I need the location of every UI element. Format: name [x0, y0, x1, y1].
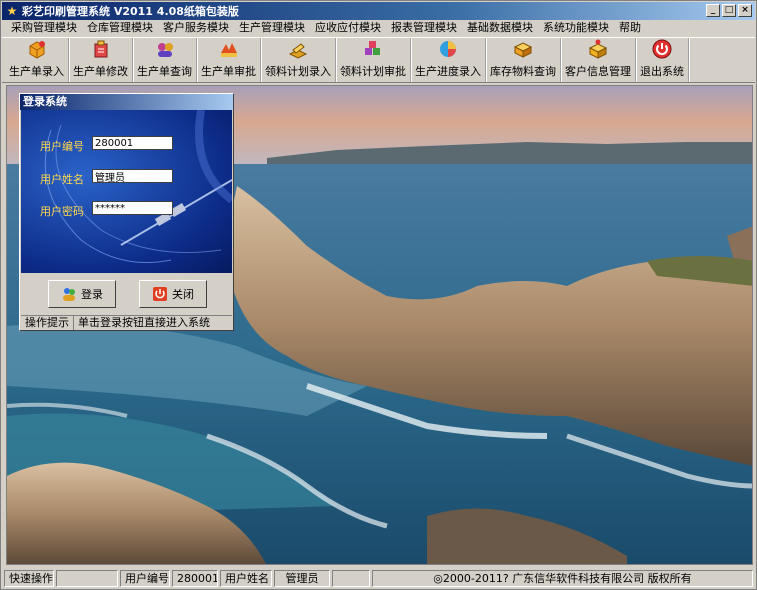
menu-purchase[interactable]: 采购管理模块	[6, 20, 82, 36]
user-id-input[interactable]	[92, 136, 173, 150]
box-plus-icon	[26, 38, 48, 60]
hint-bar: 操作提示 单击登录按钮直接进入系统	[21, 315, 232, 330]
menu-reports[interactable]: 报表管理模块	[386, 20, 462, 36]
password-label: 用户密码	[40, 205, 84, 218]
title-bar: ★ 彩艺印刷管理系统 V2011 4.08纸箱包装版 _ □ ×	[2, 2, 755, 20]
toolbar-label: 生产单录入	[9, 65, 64, 78]
status-user-id: 280001	[172, 569, 218, 587]
menu-bar: 采购管理模块 仓库管理模块 客户服务模块 生产管理模块 应收应付模块 报表管理模…	[2, 20, 755, 36]
app-star-icon: ★	[6, 4, 18, 18]
menu-customer-service[interactable]: 客户服务模块	[158, 20, 234, 36]
power-off-icon	[153, 287, 167, 301]
toolbar-customer-info[interactable]: 客户信息管理	[561, 38, 636, 82]
power-icon	[651, 38, 673, 60]
menu-help[interactable]: 帮助	[614, 20, 646, 36]
toolbar-label: 生产单修改	[73, 65, 128, 78]
toolbar-production-order-query[interactable]: 生产单查询	[133, 38, 197, 82]
status-quick-ops: 快速操作	[4, 569, 54, 587]
toolbar-label: 生产进度录入	[415, 65, 481, 78]
status-user-name: 管理员	[274, 569, 330, 587]
box-edit-icon	[90, 38, 112, 60]
user-name-input[interactable]	[92, 169, 173, 183]
login-banner-panel: 用户编号 用户姓名 用户密码	[21, 110, 232, 273]
toolbar-label: 生产单审批	[201, 65, 256, 78]
user-name-label: 用户姓名	[40, 173, 84, 186]
toolbar: 生产单录入 生产单修改 生产单查询 生产单审批 领料计划录入 领料计划审批 生产…	[2, 37, 755, 83]
customer-icon	[587, 38, 609, 60]
toolbar-production-order-edit[interactable]: 生产单修改	[69, 38, 133, 82]
status-empty-cell-2	[332, 569, 370, 587]
people-search-icon	[154, 38, 176, 60]
toolbar-production-order-entry[interactable]: 生产单录入	[5, 38, 69, 82]
close-dialog-button[interactable]: 关闭	[139, 280, 207, 308]
login-dialog: 登录系统 用户编号 用户姓名 用户密码 登录 关闭	[19, 93, 234, 331]
status-user-name-label: 用户姓名	[220, 569, 272, 587]
material-plan-icon	[287, 38, 309, 60]
toolbar-material-plan-entry[interactable]: 领料计划录入	[261, 38, 336, 82]
hint-label: 操作提示	[21, 316, 74, 330]
toolbar-production-progress-entry[interactable]: 生产进度录入	[411, 38, 486, 82]
menu-base-data[interactable]: 基础数据模块	[462, 20, 538, 36]
menu-warehouse[interactable]: 仓库管理模块	[82, 20, 158, 36]
login-users-icon	[63, 288, 75, 301]
toolbar-material-plan-approve[interactable]: 领料计划审批	[336, 38, 411, 82]
login-button-label: 登录	[81, 288, 103, 301]
status-empty-cell	[56, 569, 118, 587]
maximize-button[interactable]: □	[722, 4, 736, 17]
toolbar-label: 领料计划审批	[340, 65, 406, 78]
circuit-decoration-graphic	[44, 110, 232, 263]
close-window-button[interactable]: ×	[738, 4, 752, 17]
main-window: ★ 彩艺印刷管理系统 V2011 4.08纸箱包装版 _ □ × 采购管理模块 …	[0, 0, 757, 590]
toolbar-label: 客户信息管理	[565, 65, 631, 78]
status-user-id-label: 用户编号	[120, 569, 170, 587]
login-button[interactable]: 登录	[48, 280, 116, 308]
status-bar: 快速操作 用户编号 280001 用户姓名 管理员 ◎2000-2011? 广东…	[2, 568, 755, 588]
toolbar-stock-material-query[interactable]: 库存物料查询	[486, 38, 561, 82]
material-approve-icon	[362, 38, 384, 60]
hint-text: 单击登录按钮直接进入系统	[78, 316, 210, 329]
menu-receivable-payable[interactable]: 应收应付模块	[310, 20, 386, 36]
minimize-button[interactable]: _	[706, 4, 720, 17]
login-dialog-title: 登录系统	[20, 94, 233, 110]
toolbar-exit-system[interactable]: 退出系统	[636, 38, 689, 82]
toolbar-production-order-approve[interactable]: 生产单审批	[197, 38, 261, 82]
toolbar-label: 退出系统	[640, 65, 684, 78]
toolbar-label: 生产单查询	[137, 65, 192, 78]
menu-production[interactable]: 生产管理模块	[234, 20, 310, 36]
toolbar-label: 领料计划录入	[265, 65, 331, 78]
approve-icon	[218, 38, 240, 60]
user-id-label: 用户编号	[40, 140, 84, 153]
toolbar-label: 库存物料查询	[490, 65, 556, 78]
menu-system[interactable]: 系统功能模块	[538, 20, 614, 36]
status-copyright: ◎2000-2011? 广东信华软件科技有限公司 版权所有	[372, 569, 753, 587]
password-input[interactable]	[92, 201, 173, 215]
pie-chart-icon	[437, 38, 459, 60]
window-title: 彩艺印刷管理系统 V2011 4.08纸箱包装版	[22, 5, 239, 18]
stock-search-icon	[512, 38, 534, 60]
close-button-label: 关闭	[172, 288, 194, 301]
